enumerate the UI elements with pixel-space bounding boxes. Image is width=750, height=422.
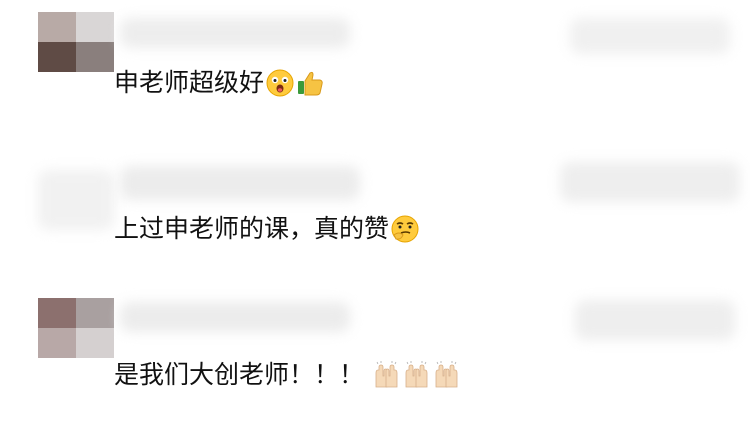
avatar[interactable]	[38, 298, 114, 358]
comment-item: 是我们大创老师！！！	[0, 290, 750, 422]
comment-text-label: 上过申老师的课，真的赞	[114, 214, 390, 243]
laughing-face-emoji	[266, 69, 294, 97]
blurred-timestamp	[570, 18, 730, 54]
avatar[interactable]	[38, 12, 114, 72]
thumbs-up-emoji	[298, 71, 323, 96]
blurred-timestamp	[575, 300, 735, 340]
raised-hands-emoji	[435, 361, 458, 388]
blurred-avatar	[38, 170, 114, 230]
blurred-username	[120, 166, 360, 200]
blurred-username	[120, 18, 350, 48]
comment-text: 上过申老师的课，真的赞	[114, 214, 419, 244]
comment-text-label: 是我们大创老师！！！	[114, 360, 365, 389]
comment-item: 上过申老师的课，真的赞	[0, 140, 750, 270]
comment-text: 申老师超级好	[114, 68, 324, 98]
blurred-username	[120, 302, 350, 332]
raised-hands-emoji	[375, 361, 398, 388]
raised-hands-emoji	[405, 361, 428, 388]
comment-text-label: 申老师超级好	[114, 68, 265, 97]
blurred-timestamp	[560, 162, 740, 202]
comment-text: 是我们大创老师！！！	[114, 360, 460, 390]
thinking-smirk-face-emoji	[391, 215, 419, 243]
comment-item: 申老师超级好	[0, 0, 750, 120]
